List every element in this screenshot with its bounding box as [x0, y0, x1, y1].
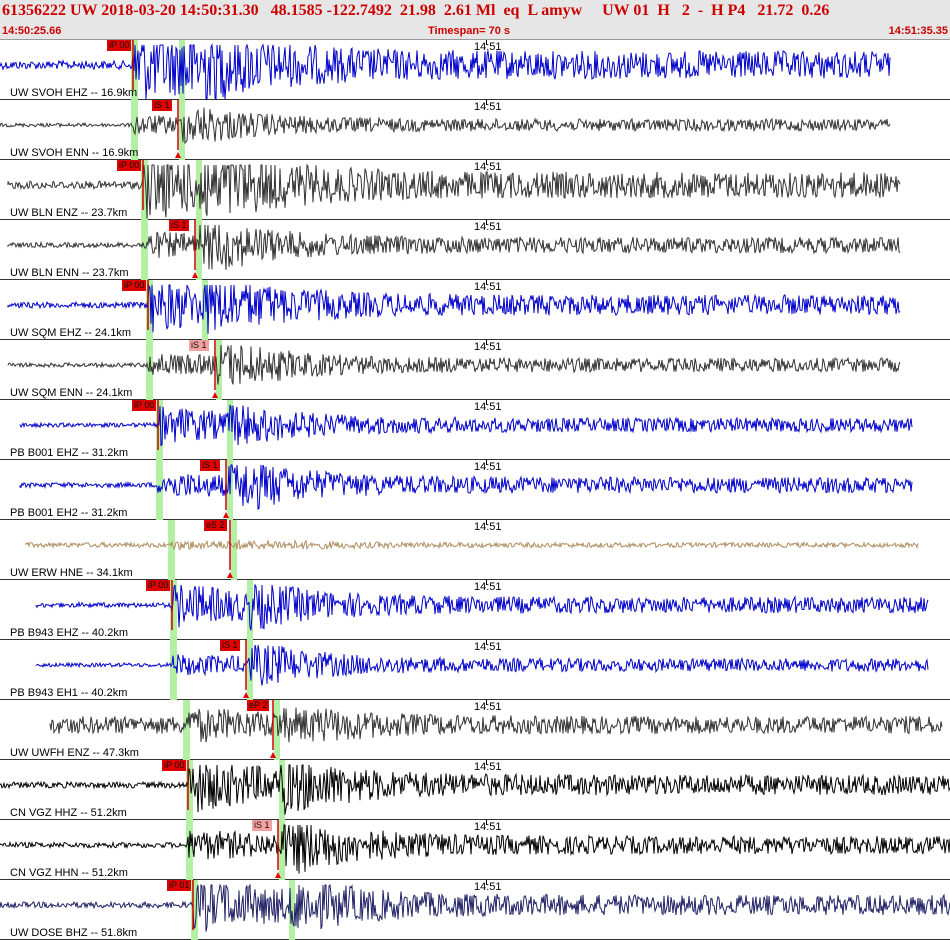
trace-panel[interactable]: 14:51 iS 1 PB B001 EH2 -- 31.2km — [0, 460, 950, 520]
phase-pick-flag[interactable]: eS 2 — [204, 520, 227, 531]
station-label: UW UWFH ENZ -- 47.3km — [10, 747, 139, 759]
minute-label: 14:51 — [474, 101, 502, 113]
phase-pick-flag[interactable]: iP 00 — [162, 760, 187, 771]
phase-pick-flag[interactable]: iP 00 — [146, 580, 171, 591]
trace-panel[interactable]: 14:51 iS 1 CN VGZ HHN -- 51.2km — [0, 820, 950, 880]
s-travel-band — [196, 220, 202, 280]
station-label: UW DOSE BHZ -- 51.8km — [10, 927, 138, 939]
trace-panel[interactable]: 14:51 iP 00 PB B943 EHZ -- 40.2km — [0, 580, 950, 640]
phase-pick-flag[interactable]: iP 00 — [122, 280, 147, 291]
waveform-trace — [7, 344, 901, 385]
waveform-trace — [19, 404, 913, 447]
station-label: UW ERW HNE -- 34.1km — [10, 567, 133, 579]
phase-pick-flag[interactable]: iP 00 — [117, 160, 142, 171]
trace-panel[interactable]: 14:51 iS 1 UW SVOH ENN -- 16.9km — [0, 100, 950, 160]
phase-pick-flag[interactable]: iS 1 — [189, 340, 209, 351]
minute-label: 14:51 — [474, 821, 502, 833]
s-travel-band — [231, 520, 237, 580]
station-label: PB B001 EH2 -- 31.2km — [10, 507, 128, 519]
trace-panel[interactable]: 14:51 iS 1 UW BLN ENN -- 23.7km — [0, 220, 950, 280]
p-travel-band — [170, 640, 177, 700]
station-label: CN VGZ HHN -- 51.2km — [10, 867, 128, 879]
station-label: PB B943 EHZ -- 40.2km — [10, 627, 128, 639]
station-label: UW SVOH EHZ -- 16.9km — [10, 87, 138, 99]
window-start-time: 14:50:25.66 — [2, 25, 62, 37]
station-label: UW BLN ENZ -- 23.7km — [10, 207, 128, 219]
window-end-time: 14:51:35.35 — [888, 25, 948, 37]
minute-label: 14:51 — [474, 641, 502, 653]
phase-pick-flag[interactable]: iS 1 — [169, 220, 189, 231]
trace-panel[interactable]: 14:51 eP 2 UW UWFH ENZ -- 47.3km — [0, 700, 950, 760]
minute-label: 14:51 — [474, 341, 502, 353]
phase-pick-flag[interactable]: iS 1 — [220, 640, 240, 651]
minute-label: 14:51 — [474, 761, 502, 773]
minute-label: 14:51 — [474, 881, 502, 893]
minute-label: 14:51 — [474, 581, 502, 593]
waveform-trace — [7, 284, 901, 334]
trace-panel[interactable]: 14:51 eS 2 UW ERW HNE -- 34.1km — [0, 520, 950, 580]
seismogram-panels: 14:51 iP 00 UW SVOH EHZ -- 16.9km 14:51 … — [0, 40, 950, 940]
waveform-trace — [25, 538, 919, 551]
trace-panel[interactable]: 14:51 iP 00 UW BLN ENZ -- 23.7km — [0, 160, 950, 220]
event-summary: 61356222 UW 2018-03-20 14:50:31.30 48.15… — [2, 2, 830, 19]
trace-panel[interactable]: 14:51 iP 00 UW SVOH EHZ -- 16.9km — [0, 40, 950, 101]
phase-pick-flag[interactable]: iS 1 — [152, 100, 172, 111]
minute-label: 14:51 — [474, 701, 502, 713]
minute-label: 14:51 — [474, 41, 502, 53]
trace-panel[interactable]: 14:51 iS 1 UW SQM ENN -- 24.1km — [0, 340, 950, 400]
minute-label: 14:51 — [474, 461, 502, 473]
minute-label: 14:51 — [474, 521, 502, 533]
minute-label: 14:51 — [474, 281, 502, 293]
station-label: CN VGZ HHZ -- 51.2km — [10, 807, 127, 819]
station-label: PB B943 EH1 -- 40.2km — [10, 687, 128, 699]
phase-pick-flag[interactable]: iP 01 — [167, 880, 192, 891]
station-label: UW SVOH ENN -- 16.9km — [10, 147, 139, 159]
p-travel-band — [183, 700, 190, 760]
p-travel-band — [141, 220, 148, 280]
trace-panel[interactable]: 14:51 iP 00 PB B001 EHZ -- 31.2km — [0, 400, 950, 460]
minute-label: 14:51 — [474, 161, 502, 173]
waveform-trace — [19, 464, 913, 510]
station-label: UW BLN ENN -- 23.7km — [10, 267, 129, 279]
trace-panel[interactable]: 14:51 iS 1 PB B943 EH1 -- 40.2km — [0, 640, 950, 700]
phase-pick-flag[interactable]: iP 00 — [132, 400, 157, 411]
trace-panel[interactable]: 14:51 iP 00 CN VGZ HHZ -- 51.2km — [0, 760, 950, 820]
phase-pick-flag[interactable]: iS 1 — [252, 820, 272, 831]
trace-panel[interactable]: 14:51 iP 00 UW SQM EHZ -- 24.1km — [0, 280, 950, 340]
station-label: UW SQM EHZ -- 24.1km — [10, 327, 132, 339]
trace-panel[interactable]: 14:51 iP 01 UW DOSE BHZ -- 51.8km — [0, 880, 950, 940]
phase-pick-flag[interactable]: iS 1 — [200, 460, 220, 471]
station-label: UW SQM ENN -- 24.1km — [10, 387, 133, 399]
timespan-label: Timespan= 70 s — [428, 25, 511, 37]
phase-pick-flag[interactable]: iP 00 — [107, 40, 132, 51]
minute-label: 14:51 — [474, 401, 502, 413]
event-header: 61356222 UW 2018-03-20 14:50:31.30 48.15… — [0, 0, 950, 40]
station-label: PB B001 EHZ -- 31.2km — [10, 447, 128, 459]
phase-pick-flag[interactable]: eP 2 — [247, 700, 270, 711]
minute-label: 14:51 — [474, 221, 502, 233]
